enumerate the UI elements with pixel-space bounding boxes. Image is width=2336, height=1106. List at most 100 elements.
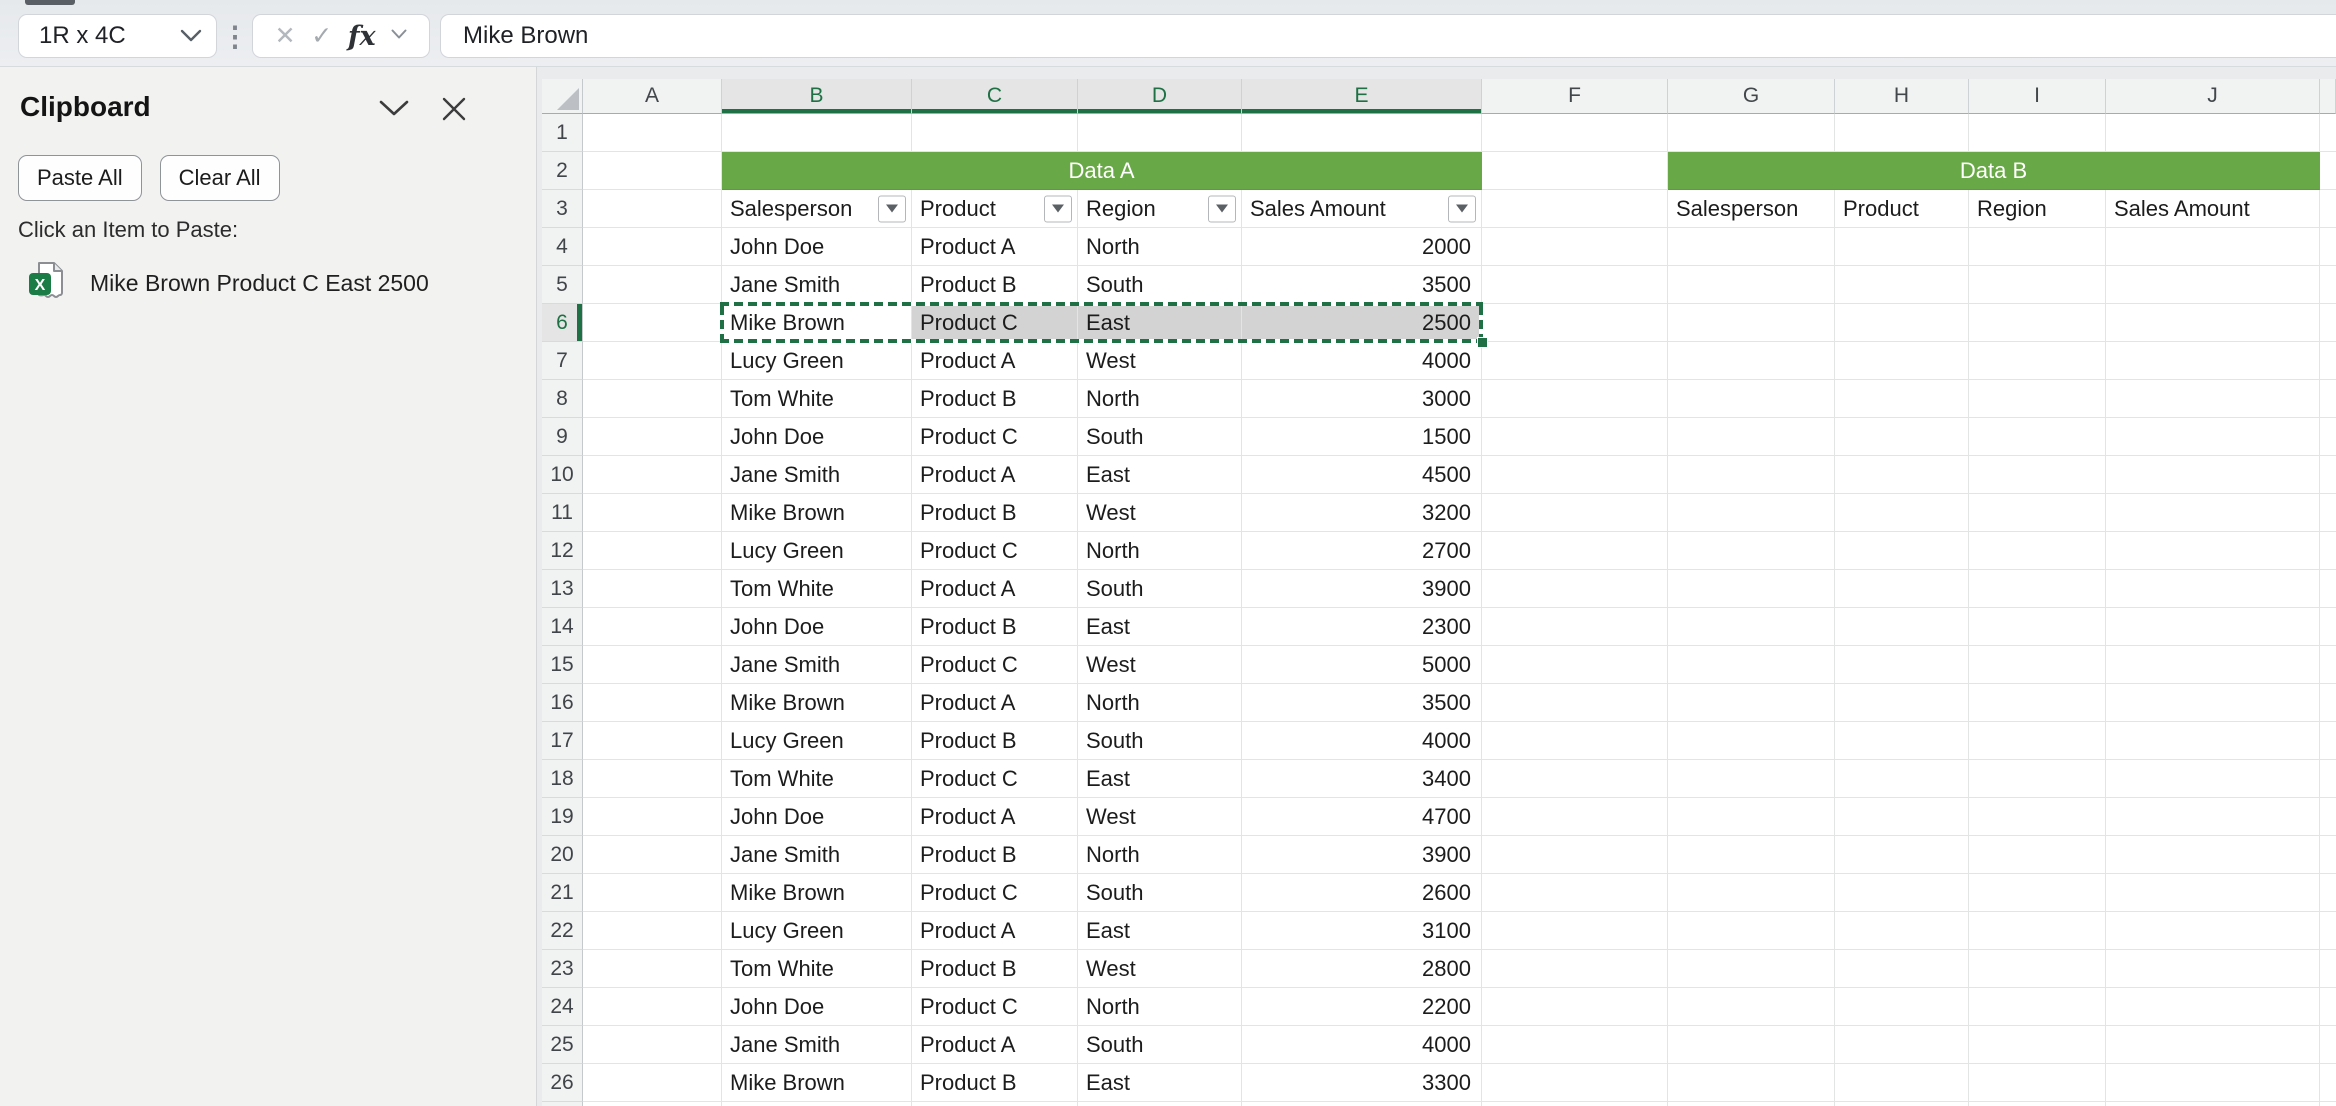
column-header-I[interactable]: I xyxy=(1969,79,2106,114)
cancel-icon[interactable]: ✕ xyxy=(275,24,296,49)
cell-F20[interactable] xyxy=(1482,836,1668,874)
column-header-H[interactable]: H xyxy=(1835,79,1969,114)
cell-J8[interactable] xyxy=(2106,380,2320,418)
row-header-6[interactable]: 6 xyxy=(542,304,583,342)
cell-I10[interactable] xyxy=(1969,456,2106,494)
cell-E12[interactable]: 2700 xyxy=(1242,532,1482,570)
cell-I17[interactable] xyxy=(1969,722,2106,760)
cell-B27[interactable] xyxy=(722,1102,912,1106)
enter-icon[interactable]: ✓ xyxy=(311,24,332,49)
cell-A5[interactable] xyxy=(583,266,722,304)
cell-G26[interactable] xyxy=(1668,1064,1835,1102)
cell-J16[interactable] xyxy=(2106,684,2320,722)
filter-button[interactable] xyxy=(1044,195,1072,222)
cell-C4[interactable]: Product A xyxy=(912,228,1078,266)
cell-B13[interactable]: Tom White xyxy=(722,570,912,608)
cell-I14[interactable] xyxy=(1969,608,2106,646)
cell-E17[interactable]: 4000 xyxy=(1242,722,1482,760)
cell-E23[interactable]: 2800 xyxy=(1242,950,1482,988)
cell-H22[interactable] xyxy=(1835,912,1969,950)
cell-I3[interactable]: Region xyxy=(1969,190,2106,228)
cell-D20[interactable]: North xyxy=(1078,836,1242,874)
column-header-D[interactable]: D xyxy=(1078,79,1242,114)
cell-J4[interactable] xyxy=(2106,228,2320,266)
cell-F10[interactable] xyxy=(1482,456,1668,494)
cell-C8[interactable]: Product B xyxy=(912,380,1078,418)
cell-D6[interactable]: East xyxy=(1078,304,1242,342)
cell-E7[interactable]: 4000 xyxy=(1242,342,1482,380)
cell-I21[interactable] xyxy=(1969,874,2106,912)
cell-G7[interactable] xyxy=(1668,342,1835,380)
cell-H25[interactable] xyxy=(1835,1026,1969,1064)
cell-A13[interactable] xyxy=(583,570,722,608)
cell-E22[interactable]: 3100 xyxy=(1242,912,1482,950)
row-header-23[interactable]: 23 xyxy=(542,950,583,988)
cell-F2[interactable] xyxy=(1482,152,1668,190)
cell-H11[interactable] xyxy=(1835,494,1969,532)
cell-E25[interactable]: 4000 xyxy=(1242,1026,1482,1064)
cell-G24[interactable] xyxy=(1668,988,1835,1026)
cell-D12[interactable]: North xyxy=(1078,532,1242,570)
cell-C1[interactable] xyxy=(912,114,1078,152)
cell-A14[interactable] xyxy=(583,608,722,646)
cell-E27[interactable] xyxy=(1242,1102,1482,1106)
cell-G4[interactable] xyxy=(1668,228,1835,266)
column-header-J[interactable]: J xyxy=(2106,79,2320,114)
cell-A25[interactable] xyxy=(583,1026,722,1064)
row-header-14[interactable]: 14 xyxy=(542,608,583,646)
cell-F19[interactable] xyxy=(1482,798,1668,836)
cell-H20[interactable] xyxy=(1835,836,1969,874)
row-header-5[interactable]: 5 xyxy=(542,266,583,304)
cell-G11[interactable] xyxy=(1668,494,1835,532)
cell-C26[interactable]: Product B xyxy=(912,1064,1078,1102)
cell-A23[interactable] xyxy=(583,950,722,988)
cell-C11[interactable]: Product B xyxy=(912,494,1078,532)
cell-F25[interactable] xyxy=(1482,1026,1668,1064)
cell-E9[interactable]: 1500 xyxy=(1242,418,1482,456)
cell-F8[interactable] xyxy=(1482,380,1668,418)
cell-B10[interactable]: Jane Smith xyxy=(722,456,912,494)
cell-B8[interactable]: Tom White xyxy=(722,380,912,418)
cell-F26[interactable] xyxy=(1482,1064,1668,1102)
cell-I11[interactable] xyxy=(1969,494,2106,532)
cell-E26[interactable]: 3300 xyxy=(1242,1064,1482,1102)
cell-C24[interactable]: Product C xyxy=(912,988,1078,1026)
cell-B17[interactable]: Lucy Green xyxy=(722,722,912,760)
cell-F15[interactable] xyxy=(1482,646,1668,684)
cell-B18[interactable]: Tom White xyxy=(722,760,912,798)
cell-G10[interactable] xyxy=(1668,456,1835,494)
cell-H18[interactable] xyxy=(1835,760,1969,798)
cell-A7[interactable] xyxy=(583,342,722,380)
cell-E8[interactable]: 3000 xyxy=(1242,380,1482,418)
cell-H6[interactable] xyxy=(1835,304,1969,342)
row-header-17[interactable]: 17 xyxy=(542,722,583,760)
cell-F7[interactable] xyxy=(1482,342,1668,380)
cell-C18[interactable]: Product C xyxy=(912,760,1078,798)
cell-J18[interactable] xyxy=(2106,760,2320,798)
cell-G5[interactable] xyxy=(1668,266,1835,304)
cell-E24[interactable]: 2200 xyxy=(1242,988,1482,1026)
row-header-13[interactable]: 13 xyxy=(542,570,583,608)
column-header-G[interactable]: G xyxy=(1668,79,1835,114)
cell-D7[interactable]: West xyxy=(1078,342,1242,380)
cell-J14[interactable] xyxy=(2106,608,2320,646)
cell-D26[interactable]: East xyxy=(1078,1064,1242,1102)
row-header-1[interactable]: 1 xyxy=(542,114,583,152)
cell-C10[interactable]: Product A xyxy=(912,456,1078,494)
cell-B26[interactable]: Mike Brown xyxy=(722,1064,912,1102)
cell-I23[interactable] xyxy=(1969,950,2106,988)
cell-F17[interactable] xyxy=(1482,722,1668,760)
cell-H13[interactable] xyxy=(1835,570,1969,608)
cell-G12[interactable] xyxy=(1668,532,1835,570)
cell-J7[interactable] xyxy=(2106,342,2320,380)
cell-G8[interactable] xyxy=(1668,380,1835,418)
cell-A12[interactable] xyxy=(583,532,722,570)
cell-B14[interactable]: John Doe xyxy=(722,608,912,646)
cell-B23[interactable]: Tom White xyxy=(722,950,912,988)
cell-B20[interactable]: Jane Smith xyxy=(722,836,912,874)
row-header-19[interactable]: 19 xyxy=(542,798,583,836)
cell-G23[interactable] xyxy=(1668,950,1835,988)
cell-F16[interactable] xyxy=(1482,684,1668,722)
cell-G6[interactable] xyxy=(1668,304,1835,342)
row-header-3[interactable]: 3 xyxy=(542,190,583,228)
